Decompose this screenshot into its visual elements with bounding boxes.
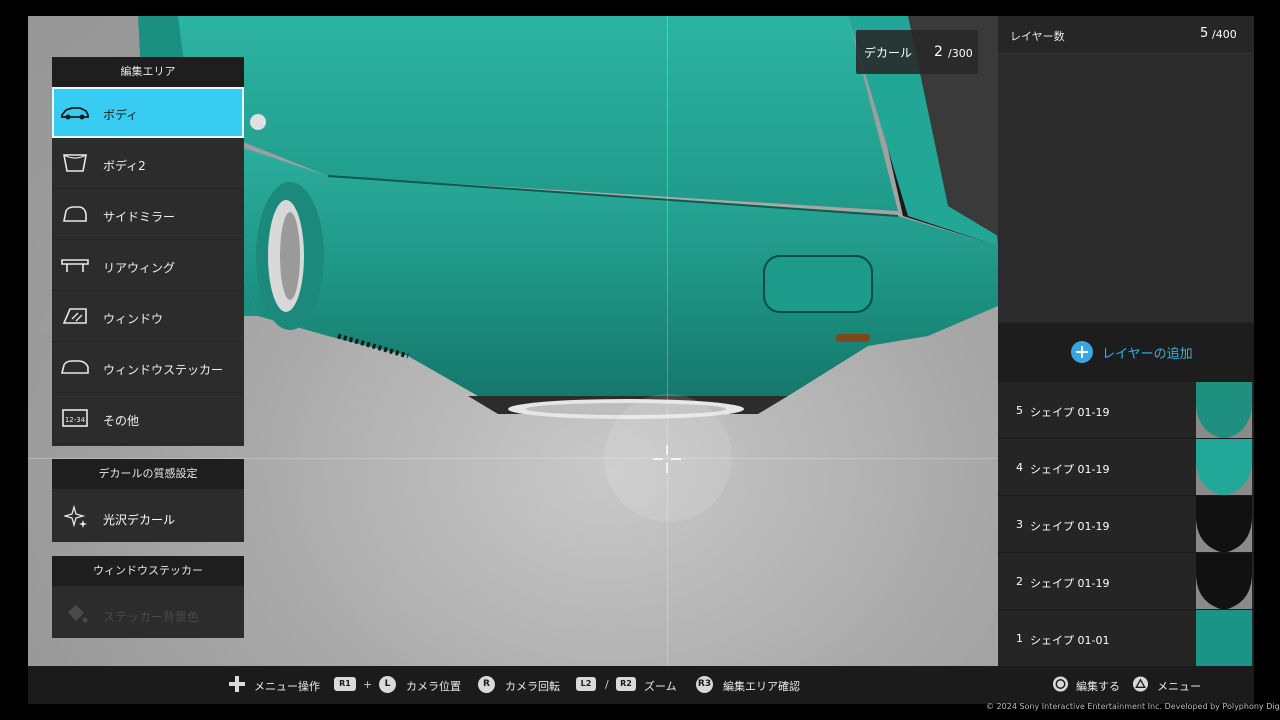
vertical-guide-line (667, 16, 668, 666)
layer-name: シェイプ 01-19 (1030, 406, 1110, 419)
sticker-bg-color-label: ステッカー背景色 (103, 610, 200, 624)
area-item-rear-wing[interactable]: リアウィング (52, 240, 244, 291)
layer-count-label: レイヤー数 (1010, 30, 1065, 43)
plus-circle-icon (1071, 341, 1093, 363)
decal-quality-panel: デカールの質感設定 光沢デカール (52, 459, 244, 542)
button-guide-bar: メニュー操作 R1 + L カメラ位置 R カメラ回転 L2 / R2 ズーム … (28, 666, 1254, 704)
hint-edit: 編集する (1076, 680, 1120, 693)
layer-panel: レイヤー数 5 /400 レイヤーの追加 5 シェイプ 01-19 4 シェイプ… (998, 16, 1254, 667)
area-item-label: ボディ (103, 108, 139, 122)
layer-number: 2 (1016, 575, 1023, 588)
decal-count-current: 2 (934, 44, 943, 60)
crosshair-icon (653, 445, 681, 473)
layer-count-max: /400 (1212, 28, 1237, 41)
layer-row[interactable]: 4 シェイプ 01-19 (998, 438, 1254, 496)
area-item-label: ボディ2 (103, 159, 146, 173)
sparkle-icon (64, 505, 87, 528)
side-mirror-icon (63, 206, 87, 222)
area-item-label: その他 (103, 414, 140, 428)
area-item-other[interactable]: 12-34 その他 (52, 393, 244, 444)
area-item-label: ウィンドウステッカー (103, 363, 224, 377)
slash-separator: / (605, 678, 609, 691)
r3-button-icon: R3 (696, 676, 713, 693)
circle-button-icon (1052, 676, 1069, 692)
area-item-label: ウィンドウ (103, 312, 164, 326)
decal-counter: デカール 2 /300 (856, 30, 978, 74)
layer-thumbnail (1196, 496, 1252, 553)
dpad-icon (229, 676, 245, 692)
copyright-notice: © 2024 Sony Interactive Entertainment In… (986, 702, 1280, 711)
glossy-decal-label: 光沢デカール (103, 513, 176, 527)
add-layer-label: レイヤーの追加 (1102, 347, 1193, 362)
hint-zoom: ズーム (644, 680, 677, 693)
layer-name: シェイプ 01-19 (1030, 463, 1110, 476)
r1-button-icon: R1 (334, 677, 356, 691)
layer-name: シェイプ 01-01 (1030, 634, 1110, 647)
rear-wing-icon (61, 259, 89, 272)
area-item-label: サイドミラー (103, 210, 176, 224)
layer-thumbnail (1196, 382, 1252, 439)
r2-button-icon: R2 (616, 677, 636, 691)
window-sticker-icon (60, 360, 89, 374)
decal-count-max: /300 (948, 47, 973, 60)
layer-number: 5 (1016, 404, 1023, 417)
area-item-window-sticker[interactable]: ウィンドウステッカー (52, 342, 244, 393)
window-icon (62, 308, 87, 324)
hint-menu: メニュー (1157, 680, 1201, 693)
area-item-window[interactable]: ウィンドウ (52, 291, 244, 342)
window-sticker-title: ウィンドウステッカー (52, 556, 244, 586)
number-plate-icon: 12-34 (62, 409, 88, 427)
r-stick-icon: R (478, 676, 495, 693)
layer-preview-area (998, 54, 1254, 322)
layer-number: 1 (1016, 632, 1023, 645)
area-item-body2[interactable]: ボディ2 (52, 138, 244, 189)
layer-row[interactable]: 1 シェイプ 01-01 (998, 609, 1254, 667)
triangle-button-icon (1132, 676, 1149, 692)
hint-area-check: 編集エリア確認 (723, 680, 800, 693)
layer-thumbnail (1196, 439, 1252, 496)
layer-thumbnail (1196, 553, 1252, 610)
area-item-side-mirror[interactable]: サイドミラー (52, 189, 244, 240)
edit-area-title: 編集エリア (52, 57, 244, 87)
l-stick-icon: L (379, 676, 396, 693)
l2-button-icon: L2 (576, 677, 596, 691)
layer-number: 3 (1016, 518, 1023, 531)
layer-name: シェイプ 01-19 (1030, 577, 1110, 590)
layer-row[interactable]: 5 シェイプ 01-19 (998, 381, 1254, 439)
edit-area-panel: 編集エリア ボディ ボディ2 サイドミラー リアウィング ウィンドウ ウィンドウ… (52, 57, 244, 446)
add-layer-button[interactable]: レイヤーの追加 (998, 323, 1254, 381)
paint-bucket-icon (68, 605, 88, 623)
layer-name: シェイプ 01-19 (1030, 520, 1110, 533)
layer-count: レイヤー数 5 /400 (998, 16, 1254, 54)
decal-quality-title: デカールの質感設定 (52, 459, 244, 489)
glossy-decal-item[interactable]: 光沢デカール (52, 489, 244, 542)
layer-number: 4 (1016, 461, 1023, 474)
car-body-icon (61, 107, 89, 120)
svg-text:12-34: 12-34 (65, 416, 86, 424)
area-item-label: リアウィング (103, 261, 176, 275)
sticker-bg-color-item[interactable]: ステッカー背景色 (52, 586, 244, 639)
window-sticker-panel: ウィンドウステッカー ステッカー背景色 (52, 556, 244, 638)
decal-counter-label: デカール (864, 46, 913, 60)
area-item-body[interactable]: ボディ (52, 87, 244, 138)
layer-row[interactable]: 3 シェイプ 01-19 (998, 495, 1254, 553)
hint-camera-pos: カメラ位置 (406, 680, 461, 693)
hint-camera-rot: カメラ回転 (505, 680, 560, 693)
layer-row[interactable]: 2 シェイプ 01-19 (998, 552, 1254, 610)
layer-thumbnail (1196, 610, 1252, 667)
plus-separator: + (363, 678, 373, 691)
layer-count-current: 5 (1200, 26, 1209, 41)
body-panel-icon (63, 154, 87, 172)
hint-menu-op: メニュー操作 (254, 680, 320, 693)
